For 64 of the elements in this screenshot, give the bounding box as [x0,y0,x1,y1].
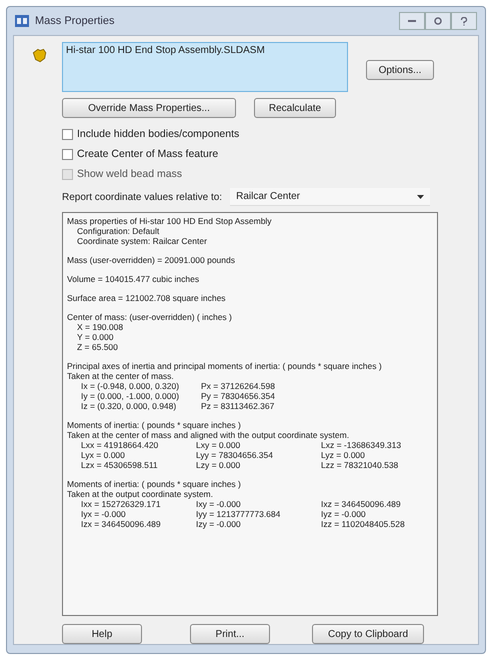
result-line: Moments of inertia: ( pounds * square inches ) [67,479,242,489]
minimize-icon [408,20,416,22]
result-value: Iyz = -0.000 [321,509,367,519]
result-line: Moments of inertia: ( pounds * square inches ) [67,420,242,430]
checkbox[interactable] [62,128,73,140]
result-line: Y = 0.000 [76,332,114,342]
result-value: Lxz = -13686349.313 [321,440,402,450]
window-title: Mass Properties [35,15,114,27]
result-value: Lyy = 78304656.354 [196,450,274,460]
checkbox-label: Show weld bead mass [77,168,182,180]
result-line: Taken at the center of mass and aligned with the output coordinate system. [67,430,350,440]
help-icon [460,16,468,26]
help-button[interactable] [451,12,477,30]
minimize-button[interactable] [399,12,425,30]
result-value: Izy = -0.000 [196,519,242,529]
result-value: Ixx = 152726329.171 [81,499,162,509]
result-value: Iyy = 1213777773.684 [196,509,282,519]
result-line: Principal axes of inertia and principal moments of inertia: ( pounds * square inches ) [67,361,383,371]
options-button[interactable]: Options... [366,60,434,80]
dialog-button[interactable]: Print... [190,624,270,644]
result-value: Lzz = 78321040.538 [321,460,400,470]
result-value: Iz = (0.320, 0.000, 0.948) [81,401,178,411]
result-line: Mass (user-overridden) = 20091.000 pounds [67,255,236,265]
result-value: Lyx = 0.000 [81,450,126,460]
result-value: Iy = (0.000, -1.000, 0.000) [81,391,180,401]
report-label: Report coordinate values relative to: [62,192,222,202]
result-line: Mass properties of Hi-star 100 HD End Stop Assembly [67,216,273,226]
checkbox[interactable] [62,148,73,160]
caret-icon [417,194,424,198]
result-value: Lzy = 0.000 [196,460,242,470]
result-line: Taken at the center of mass. [67,371,175,381]
result-line: Configuration: Default [76,226,160,236]
result-line: Surface area = 121002.708 square inches [67,293,227,303]
result-value: Px = 37126264.598 [201,381,276,391]
checkbox-label: Create Center of Mass feature [77,148,218,160]
result-line: Taken at the output coordinate system. [67,489,214,499]
selection-item[interactable]: Hi-star 100 HD End Stop Assembly.SLDASM [66,45,344,56]
result-value: Lyz = 0.000 [321,450,366,460]
result-value: Izz = 1102048405.528 [321,519,406,529]
app-icon [15,15,29,27]
dialog-button[interactable]: Help [62,624,142,644]
dialog-button[interactable]: Copy to Clipboard [312,624,424,644]
pin-icon [434,17,442,25]
selection-list[interactable]: Hi-star 100 HD End Stop Assembly.SLDASM [62,42,348,92]
result-value: Izx = 346450096.489 [81,519,162,529]
result-value: Pz = 83113462.367 [201,401,276,411]
result-value: Lxx = 41918664.420 [81,440,160,450]
result-value: Ix = (-0.948, 0.000, 0.320) [81,381,180,391]
result-line: Coordinate system: Railcar Center [76,236,208,246]
result-value: Lzx = 45306598.511 [81,460,159,470]
result-value: Py = 78304656.354 [201,391,276,401]
result-value: Ixy = -0.000 [196,499,242,509]
coordinate-dropdown[interactable]: Railcar Center [230,188,430,206]
result-line: Volume = 104015.477 cubic inches [67,274,200,284]
recalculate-button[interactable]: Recalculate [254,98,336,118]
result-line: Center of mass: (user-overridden) ( inches ) [67,312,233,322]
result-value: Lxy = 0.000 [196,440,242,450]
override-button[interactable]: Override Mass Properties... [62,98,236,118]
result-value: Ixz = 346450096.489 [321,499,402,509]
result-line: Z = 65.500 [76,342,119,352]
pin-button[interactable] [425,12,451,30]
checkbox-label: Include hidden bodies/components [77,128,240,140]
result-value: Iyx = -0.000 [81,509,127,519]
result-line: X = 190.008 [76,322,124,332]
